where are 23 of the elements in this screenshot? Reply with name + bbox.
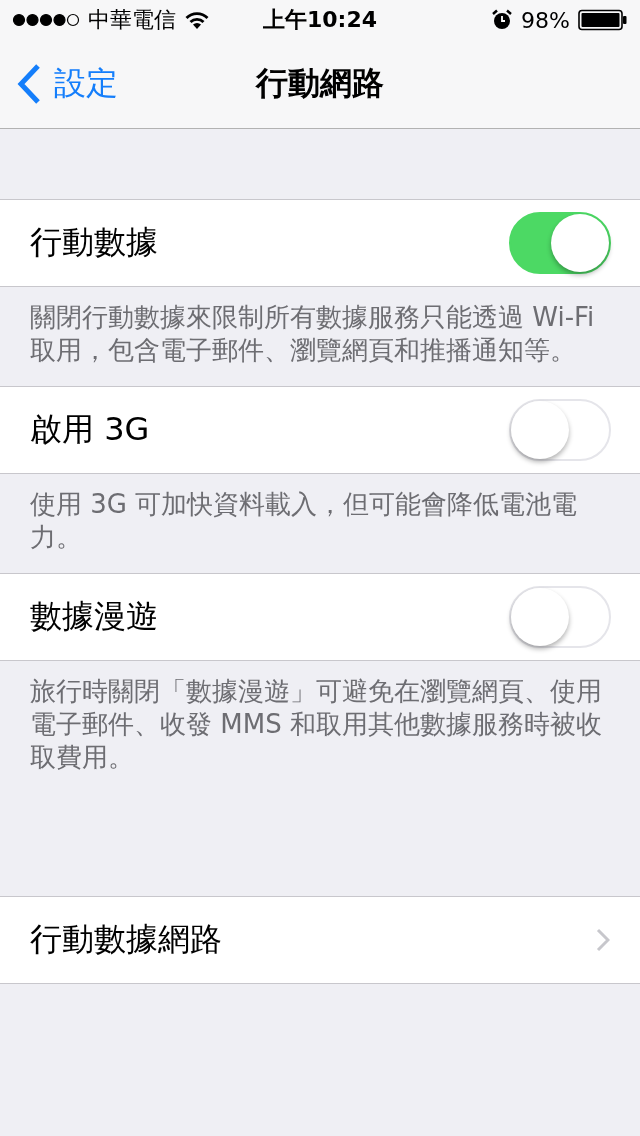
row-label: 行動數據網路 <box>30 919 222 960</box>
alarm-clock-icon <box>491 9 514 31</box>
toggle-switch[interactable] <box>509 212 611 274</box>
carrier-name: 中華電信 <box>88 6 176 34</box>
signal-icon <box>12 13 80 27</box>
battery-icon <box>578 9 628 31</box>
row-label: 數據漫遊 <box>30 596 158 637</box>
settings-row[interactable]: 數據漫遊 <box>0 573 640 661</box>
back-button[interactable]: 設定 <box>0 62 118 106</box>
section-footer: 旅行時關閉「數據漫遊」可避免在瀏覽網頁、使用電子郵件、收發 MMS 和取用其他數據服務時被收取費用。 <box>0 661 640 896</box>
battery-percentage: 98% <box>521 7 570 33</box>
settings-row[interactable]: 行動數據 <box>0 199 640 287</box>
section-footer: 關閉行動數據來限制所有數據服務只能透過 Wi-Fi 取用，包含電子郵件、瀏覽網頁和推播通知等。 <box>0 287 640 386</box>
settings-row[interactable]: 行動數據網路 <box>0 896 640 984</box>
section-footer: 使用 3G 可加快資料載入，但可能會降低電池電力。 <box>0 474 640 573</box>
row-label: 行動數據 <box>30 222 158 263</box>
chevron-left-icon <box>16 63 42 105</box>
settings-row[interactable]: 啟用 3G <box>0 386 640 474</box>
screen-title: 行動網路 <box>256 63 384 104</box>
clock-time: 上午10:24 <box>263 6 377 34</box>
chevron-right-icon <box>596 928 610 952</box>
wifi-icon <box>184 10 210 30</box>
row-label: 啟用 3G <box>30 409 150 450</box>
